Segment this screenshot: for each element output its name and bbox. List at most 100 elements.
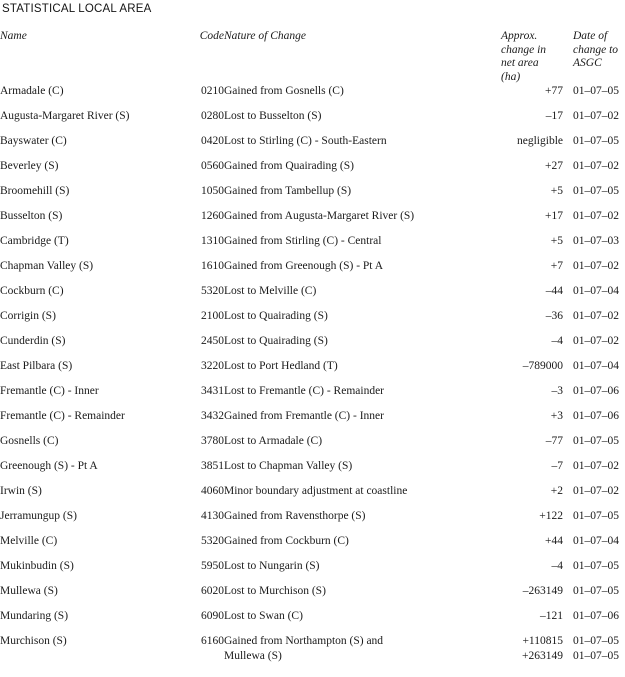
cell-approx-change-net-area-line: –44 (501, 284, 573, 299)
cell-name: Busselton (S) (0, 210, 63, 222)
cell-approx-change-net-area: +77 (501, 84, 573, 109)
cell-approx-change-net-area: –7 (501, 459, 573, 484)
cell-code: 2100 (201, 310, 224, 322)
cell-name: Fremantle (C) - Inner (0, 385, 99, 397)
cell-approx-change-net-area: –4 (501, 334, 573, 359)
cell-nature-of-change: Lost to Fremantle (C) - Remainder (224, 384, 501, 409)
cell-nature-of-change: Gained from Stirling (C) - Central (224, 234, 501, 259)
cell-date-of-change: 01–07–02 (573, 309, 625, 334)
cell-nature-of-change: Gained from Tambellup (S) (224, 184, 501, 209)
table-row: Gosnells (C) 3780 Lost to Armadale (C) –77 0… (0, 434, 625, 459)
cell-approx-change-net-area-line: –77 (501, 434, 573, 449)
cell-approx-change-net-area-line: +122 (501, 509, 573, 524)
table-row: Augusta-Margaret River (S) 0280 Lost to Bu… (0, 109, 625, 134)
cell-nature-of-change-line: Lost to Stirling (C) - South-Eastern (224, 135, 387, 147)
cell-approx-change-net-area: –4 (501, 559, 573, 584)
cell-date-of-change-line: 01–07–04 (573, 285, 619, 297)
cell-nature-of-change: Gained from Fremantle (C) - Inner (224, 409, 501, 434)
cell-approx-change-net-area: –263149 (501, 584, 573, 609)
cell-code: 3780 (201, 435, 224, 447)
cell-nature-of-change-line: Lost to Fremantle (C) - Remainder (224, 385, 385, 397)
table-row: Greenough (S) - Pt A 3851 Lost to Chapman … (0, 459, 625, 484)
cell-nature-of-change-line: Lost to Murchison (S) (224, 585, 326, 597)
cell-nature-of-change: Gained from Gosnells (C) (224, 84, 501, 109)
cell-approx-change-net-area-line: +2 (501, 484, 573, 499)
column-header-code: Code (199, 30, 224, 42)
cell-date-of-change: 01–07–05 (573, 584, 625, 609)
cell-approx-change-net-area-value: +2 (550, 485, 563, 497)
cell-approx-change-net-area: +5 (501, 184, 573, 209)
cell-nature-of-change-line: Gained from Augusta-Margaret River (S) (224, 210, 415, 222)
cell-approx-change-net-area-value: –7 (551, 460, 564, 472)
cell-name: Mukinbudin (S) (0, 560, 74, 572)
cell-date-of-change-line: 01–07–02 (573, 460, 619, 472)
table-row: Armadale (C) 0210 Gained from Gosnells (C)… (0, 84, 625, 109)
cell-date-of-change-line: 01–07–05 (573, 135, 619, 147)
cell-date-of-change-line: 01–07–05 (573, 435, 619, 447)
cell-approx-change-net-area-value: –17 (545, 110, 563, 122)
cell-nature-of-change-line: Gained from Northampton (S) and (224, 635, 384, 647)
cell-approx-change-net-area-value: –36 (545, 310, 563, 322)
column-header-nature: Nature of Change (224, 30, 306, 42)
cell-name: Augusta-Margaret River (S) (0, 110, 130, 122)
cell-approx-change-net-area-line: negligible (501, 134, 573, 149)
cell-nature-of-change-line: Gained from Stirling (C) - Central (224, 235, 382, 247)
cell-name: Irwin (S) (0, 485, 42, 497)
cell-approx-change-net-area: +7 (501, 259, 573, 284)
cell-approx-change-net-area-value: +27 (545, 160, 563, 172)
cell-nature-of-change: Gained from Greenough (S) - Pt A (224, 259, 501, 284)
cell-code: 1610 (201, 260, 224, 272)
cell-date-of-change-line: 01–07–03 (573, 235, 619, 247)
cell-code: 4130 (201, 510, 224, 522)
cell-approx-change-net-area-value: +3 (550, 410, 563, 422)
cell-date-of-change: 01–07–05 (573, 559, 625, 584)
column-header-date-line-1: Date of (573, 30, 608, 42)
table-row: Mullewa (S) 6020 Lost to Murchison (S) –263… (0, 584, 625, 609)
cell-name: Murchison (S) (0, 635, 67, 647)
cell-approx-change-net-area: +110815 +263149 (501, 634, 573, 674)
cell-code: 3432 (201, 410, 224, 422)
cell-nature-of-change: Lost to Chapman Valley (S) (224, 459, 501, 484)
cell-date-of-change: 01–07–05 (573, 509, 625, 534)
cell-code: 5320 (201, 285, 224, 297)
cell-nature-of-change: Lost to Stirling (C) - South-Eastern (224, 134, 501, 159)
cell-nature-of-change-line: Lost to Chapman Valley (S) (224, 460, 353, 472)
cell-code: 6160 (201, 635, 224, 647)
table-row: Cockburn (C) 5320 Lost to Melville (C) –44 0… (0, 284, 625, 309)
cell-date-of-change-line: 01–07–02 (573, 160, 619, 172)
cell-date-of-change-line: 01–07–05 (573, 510, 619, 522)
cell-name: Mundaring (S) (0, 610, 69, 622)
cell-code: 0210 (201, 85, 224, 97)
cell-code: 4060 (201, 485, 224, 497)
cell-name: East Pilbara (S) (0, 360, 73, 372)
table-row: Chapman Valley (S) 1610 Gained from Greeno… (0, 259, 625, 284)
cell-approx-change-net-area-line: –17 (501, 109, 573, 124)
cell-approx-change-net-area-line: –121 (501, 609, 573, 624)
cell-approx-change-net-area-line: +77 (501, 84, 573, 99)
cell-approx-change-net-area-value: +44 (545, 535, 563, 547)
cell-date-of-change: 01–07–05 (573, 434, 625, 459)
cell-approx-change-net-area: +2 (501, 484, 573, 509)
cell-date-of-change-line: 01–07–02 (573, 110, 619, 122)
cell-nature-of-change: Lost to Port Hedland (T) (224, 359, 501, 384)
table-row: Mukinbudin (S) 5950 Lost to Nungarin (S) –4… (0, 559, 625, 584)
cell-date-of-change-line: 01–07–06 (573, 385, 619, 397)
cell-name: Beverley (S) (0, 160, 59, 172)
cell-code: 1260 (201, 210, 224, 222)
cell-code: 0420 (201, 135, 224, 147)
cell-nature-of-change-line: Lost to Armadale (C) (224, 435, 323, 447)
cell-approx-change-net-area-value: +122 (539, 510, 563, 522)
cell-nature-of-change-line: Gained from Ravensthorpe (S) (224, 510, 366, 522)
cell-approx-change-net-area-value: +17 (545, 210, 563, 222)
cell-approx-change-net-area-line: +27 (501, 159, 573, 174)
cell-approx-change-net-area: +27 (501, 159, 573, 184)
column-header-approx-line-1: Approx. (501, 30, 538, 42)
cell-approx-change-net-area-value: +77 (545, 85, 563, 97)
cell-approx-change-net-area: –121 (501, 609, 573, 634)
cell-nature-of-change-line: Mullewa (S) (224, 650, 282, 662)
cell-nature-of-change-line: Gained from Cockburn (C) (224, 535, 349, 547)
cell-date-of-change: 01–07–06 (573, 409, 625, 434)
cell-name: Jerramungup (S) (0, 510, 77, 522)
table-row: Melville (C) 5320 Gained from Cockburn (C)… (0, 534, 625, 559)
column-header-approx-change: Approx. change in net area (ha) (501, 30, 573, 84)
